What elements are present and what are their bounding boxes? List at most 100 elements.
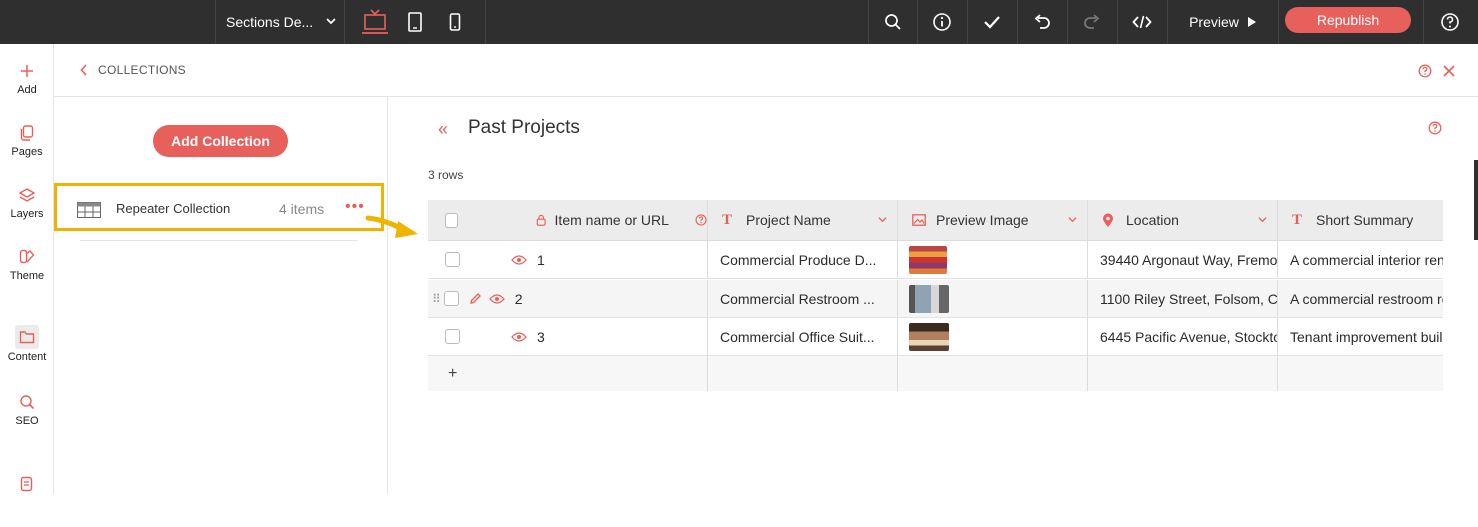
column-label: Project Name [746,212,831,228]
tablet-view-button[interactable] [395,0,435,44]
code-button[interactable] [1118,0,1166,44]
location-icon [1103,213,1113,227]
preview-image-cell[interactable] [898,318,1088,355]
republish-button[interactable]: Republish [1285,7,1411,33]
row-checkbox[interactable] [445,329,460,344]
column-header-preview-image[interactable]: Preview Image [898,200,1088,240]
eye-icon[interactable] [511,254,527,266]
row-number: 2 [514,290,523,307]
row-item-cell: 3 [428,318,708,355]
chevron-down-icon [878,217,887,223]
more-options-icon[interactable]: ••• [345,198,365,216]
rail-label: Content [7,351,47,363]
help-icon [1441,13,1459,31]
theme-icon [19,244,35,270]
preview-thumbnail [909,284,949,313]
select-all-checkbox[interactable] [445,212,459,228]
empty-cell [1088,356,1278,391]
pages-icon [20,120,34,146]
close-icon [1443,65,1455,77]
eye-icon[interactable] [488,293,505,305]
location-cell[interactable]: 39440 Argonaut Way, Fremont [1088,241,1278,278]
panel-close-button[interactable] [1442,64,1456,83]
rail-item-pages[interactable]: Pages [0,120,54,176]
collection-count: 4 items [279,201,325,217]
summary-text: A commercial interior renovation [1290,251,1443,268]
info-button[interactable] [918,0,966,44]
chevron-down-icon [1258,217,1267,223]
summary-cell[interactable]: Tenant improvement build-out [1278,318,1443,355]
empty-cell [708,356,898,391]
summary-cell[interactable]: A commercial interior renovation [1278,241,1443,278]
desktop-view-button[interactable] [355,0,395,44]
project-name-text: Commercial Produce D... [720,251,877,268]
play-icon [1247,17,1256,27]
drag-handle-icon[interactable]: ⠿ [432,292,441,306]
add-row[interactable]: + [428,356,1443,391]
preview-image-cell[interactable] [898,241,1088,278]
panel-help-button[interactable] [1418,64,1432,83]
preview-button[interactable]: Preview [1168,0,1278,44]
column-header-location[interactable]: Location [1088,200,1278,240]
row-checkbox[interactable] [443,291,459,306]
collapse-panel-icon[interactable]: « [438,119,448,140]
redo-button[interactable] [1068,0,1116,44]
column-header-item[interactable]: Item name or URL [428,200,708,240]
help-button[interactable] [1426,0,1474,44]
location-cell[interactable]: 6445 Pacific Avenue, Stockton [1088,318,1278,355]
add-row-cell[interactable]: + [428,356,708,391]
left-rail: Add Pages Layers Theme Content SEO [0,44,54,494]
check-icon [984,16,1000,29]
rail-item-content[interactable]: Content [0,325,54,381]
rail-item-add[interactable]: Add [0,58,54,114]
search-button[interactable] [869,0,917,44]
rail-item-more[interactable] [0,471,54,527]
page-selector-label: Sections De... [226,14,314,30]
column-header-short-summary[interactable]: T Short Summary [1278,200,1443,240]
rail-item-seo[interactable]: SEO [0,389,54,445]
undo-button[interactable] [1018,0,1066,44]
plus-icon [20,58,34,84]
lock-icon [536,214,546,226]
add-collection-button[interactable]: Add Collection [153,125,288,157]
location-text: 1100 Riley Street, Folsom, CA [1100,290,1278,307]
text-icon: T [722,211,733,228]
collection-item[interactable]: Repeater Collection 4 items ••• [54,183,384,231]
divider [344,0,345,44]
table-row[interactable]: ⠿ 2 Commercial Restroom ... 1100 Riley S… [428,280,1443,318]
eye-icon[interactable] [511,331,527,343]
top-bar: Sections De... Preview Republish [0,0,1478,44]
project-name-cell[interactable]: Commercial Office Suit... [708,318,898,355]
table-icon [77,202,101,218]
row-checkbox[interactable] [445,252,460,267]
check-button[interactable] [968,0,1016,44]
back-to-collections[interactable]: COLLECTIONS [80,63,186,77]
table-row[interactable]: 1 Commercial Produce D... 39440 Argonaut… [428,241,1443,279]
collection-help-button[interactable] [1428,121,1442,140]
location-cell[interactable]: 1100 Riley Street, Folsom, CA [1088,280,1278,317]
add-row-button[interactable]: + [448,365,457,383]
rail-label: Add [17,84,37,96]
pencil-icon[interactable] [469,292,482,305]
row-item-cell: 1 [428,241,708,278]
redo-icon [1084,14,1100,29]
mobile-view-button[interactable] [435,0,475,44]
preview-image-cell[interactable] [898,280,1088,317]
location-text: 39440 Argonaut Way, Fremont [1100,251,1278,268]
column-header-project-name[interactable]: T Project Name [708,200,898,240]
folder-icon [15,325,39,349]
desktop-icon [362,9,388,34]
scrollbar[interactable] [1474,160,1478,240]
row-number: 3 [537,328,545,345]
table-row[interactable]: 3 Commercial Office Suit... 6445 Pacific… [428,318,1443,356]
rail-item-theme[interactable]: Theme [0,244,54,300]
project-name-cell[interactable]: Commercial Restroom ... [708,280,898,317]
summary-cell[interactable]: A commercial restroom remodel [1278,280,1443,317]
project-name-cell[interactable]: Commercial Produce D... [708,241,898,278]
seo-icon [19,389,35,415]
column-label: Preview Image [936,212,1029,228]
republish-label: Republish [1316,12,1380,28]
location-text: 6445 Pacific Avenue, Stockton [1100,328,1278,345]
page-selector[interactable]: Sections De... [216,0,344,44]
rail-item-layers[interactable]: Layers [0,182,54,238]
